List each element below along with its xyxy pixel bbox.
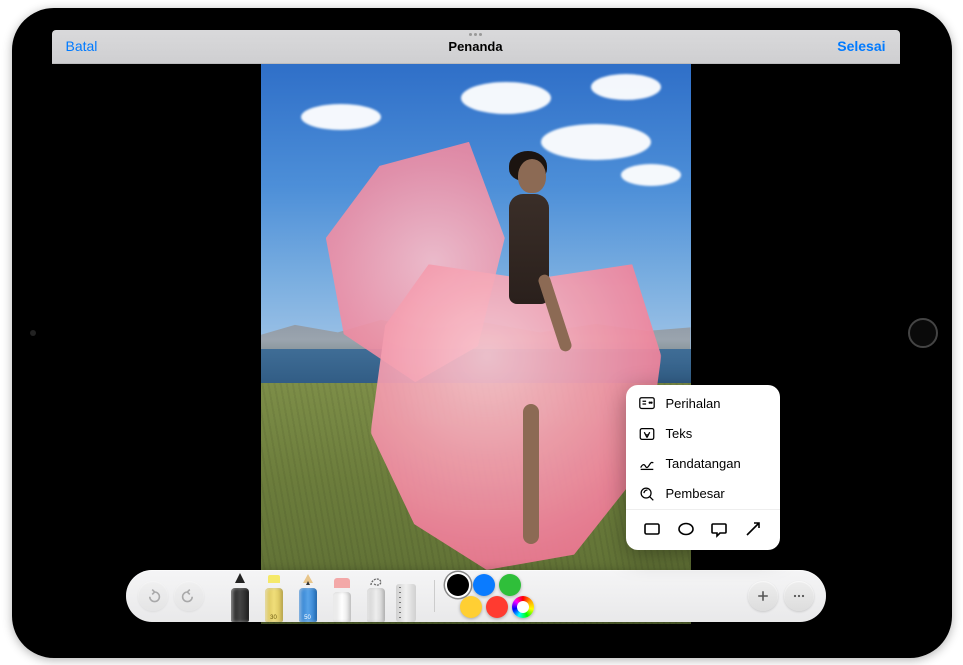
undo-button[interactable] — [138, 581, 168, 611]
menu-item-label: Tandatangan — [666, 456, 741, 471]
add-button[interactable] — [748, 581, 778, 611]
shape-rectangle-button[interactable] — [641, 518, 663, 540]
color-green[interactable] — [499, 574, 521, 596]
tool-width-label: 30 — [270, 615, 277, 621]
pencil-tool[interactable]: 50 — [294, 578, 322, 622]
markup-navbar: Batal Penanda Selesai — [52, 30, 900, 64]
tool-width-label: 50 — [304, 615, 311, 621]
menu-item-label: Teks — [666, 426, 693, 441]
menu-item-text[interactable]: Teks — [626, 419, 780, 449]
toolbar-divider — [434, 580, 435, 612]
signature-icon — [638, 455, 656, 473]
photo-figure — [415, 142, 639, 579]
redo-button[interactable] — [174, 581, 204, 611]
shape-arrow-button[interactable] — [742, 518, 764, 540]
eraser-tool[interactable] — [328, 578, 356, 622]
shape-speech-bubble-button[interactable] — [708, 518, 730, 540]
lasso-tool[interactable] — [362, 578, 390, 622]
screen: Batal Penanda Selesai — [52, 30, 900, 636]
color-blue[interactable] — [473, 574, 495, 596]
sheet-grabber[interactable] — [461, 33, 491, 37]
shape-oval-button[interactable] — [675, 518, 697, 540]
magnifier-icon — [638, 485, 656, 503]
drawing-tools: 30 50 — [226, 570, 422, 622]
menu-item-label: Perihalan — [666, 396, 721, 411]
canvas-area[interactable]: Perihalan Teks Tandatangan — [52, 64, 900, 636]
shape-row — [626, 509, 780, 546]
navbar-title: Penanda — [448, 39, 502, 54]
color-palette — [447, 572, 547, 620]
color-red[interactable] — [486, 596, 508, 618]
menu-item-magnifier[interactable]: Pembesar — [626, 479, 780, 509]
text-icon — [638, 425, 656, 443]
pen-tool[interactable] — [226, 578, 254, 622]
add-annotation-menu: Perihalan Teks Tandatangan — [626, 385, 780, 550]
more-button[interactable] — [784, 581, 814, 611]
ruler-tool[interactable] — [396, 582, 422, 622]
menu-item-description[interactable]: Perihalan — [626, 389, 780, 419]
front-camera — [30, 330, 36, 336]
color-yellow[interactable] — [460, 596, 482, 618]
markup-toolbar: 30 50 — [126, 570, 826, 622]
description-icon — [638, 395, 656, 413]
home-button[interactable] — [908, 318, 938, 348]
color-picker-button[interactable] — [512, 596, 534, 618]
highlighter-tool[interactable]: 30 — [260, 578, 288, 622]
ipad-frame: Batal Penanda Selesai — [12, 8, 952, 658]
cancel-button[interactable]: Batal — [66, 38, 98, 54]
menu-item-label: Pembesar — [666, 486, 725, 501]
color-black[interactable] — [447, 574, 469, 596]
menu-item-signature[interactable]: Tandatangan — [626, 449, 780, 479]
done-button[interactable]: Selesai — [837, 38, 885, 54]
